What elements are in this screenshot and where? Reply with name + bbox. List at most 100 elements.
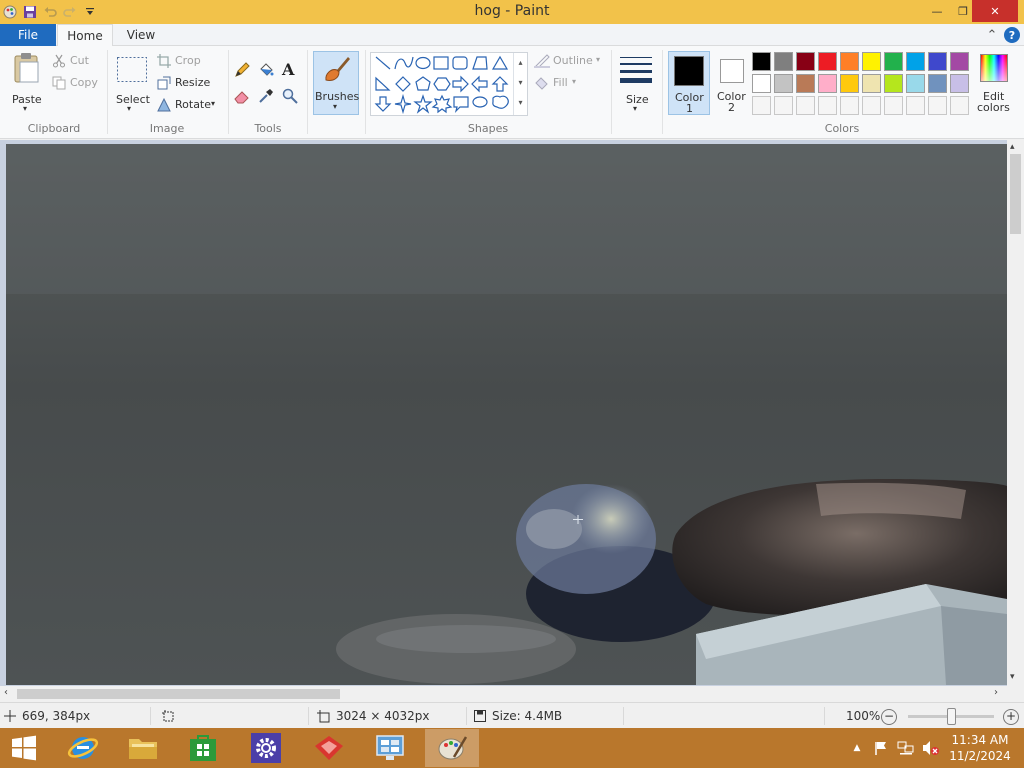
palette-color-swatch[interactable] — [884, 52, 903, 71]
zoom-in-button[interactable]: + — [1003, 709, 1019, 725]
network-icon[interactable] — [896, 740, 916, 756]
palette-color-swatch[interactable] — [928, 96, 947, 115]
taskbar-settings[interactable] — [239, 729, 293, 767]
palette-color-swatch[interactable] — [884, 96, 903, 115]
copy-button[interactable]: Copy — [52, 76, 102, 92]
tab-file[interactable]: File — [0, 24, 56, 46]
palette-color-swatch[interactable] — [862, 52, 881, 71]
palette-color-swatch[interactable] — [950, 52, 969, 71]
select-button[interactable]: Select ▾ — [112, 50, 152, 116]
shapes-scroll-down-icon[interactable]: ▾ — [514, 73, 527, 93]
palette-color-swatch[interactable] — [752, 96, 771, 115]
collapse-ribbon-icon[interactable]: ⌃ — [983, 26, 1001, 44]
zoom-slider[interactable] — [908, 708, 994, 725]
horizontal-scroll-thumb[interactable] — [17, 689, 340, 699]
zoom-slider-thumb[interactable] — [946, 708, 956, 725]
palette-color-swatch[interactable] — [774, 52, 793, 71]
canvas-image[interactable] — [6, 144, 1007, 685]
scroll-left-icon[interactable]: ‹ — [4, 687, 8, 698]
palette-color-swatch[interactable] — [906, 52, 925, 71]
outline-button[interactable]: Outline ▾ — [534, 54, 606, 70]
taskbar-remote-desktop[interactable] — [363, 729, 417, 767]
color-picker-tool[interactable] — [258, 88, 276, 106]
color2-number: 2 — [728, 101, 735, 114]
pencil-tool[interactable] — [234, 62, 252, 80]
horizontal-scrollbar[interactable]: ‹ › — [0, 686, 1007, 702]
status-separator — [623, 707, 624, 725]
scroll-down-icon[interactable]: ▾ — [1010, 672, 1015, 682]
system-clock[interactable]: 11:34 AM 11/2/2024 — [944, 732, 1016, 764]
taskbar-file-explorer[interactable] — [116, 729, 170, 767]
palette-color-swatch[interactable] — [796, 96, 815, 115]
select-rectangle-icon — [117, 57, 147, 82]
close-button[interactable]: ✕ — [972, 0, 1018, 22]
show-hidden-icons[interactable]: ▲ — [850, 740, 864, 756]
text-tool[interactable]: A — [282, 60, 300, 80]
clipboard-group-label: Clipboard — [27, 122, 81, 135]
palette-color-swatch[interactable] — [862, 74, 881, 93]
palette-color-swatch[interactable] — [840, 74, 859, 93]
volume-muted-icon[interactable] — [921, 740, 941, 756]
taskbar-pdf-app[interactable] — [302, 729, 356, 767]
scrollbar-corner — [1007, 686, 1024, 702]
taskbar-store[interactable] — [176, 729, 230, 767]
palette-color-swatch[interactable] — [796, 74, 815, 93]
shapes-scroll[interactable]: ▴ ▾ ▾ — [513, 53, 527, 115]
scroll-right-icon[interactable]: › — [994, 687, 998, 698]
palette-color-swatch[interactable] — [906, 96, 925, 115]
palette-color-swatch[interactable] — [884, 74, 903, 93]
eraser-tool[interactable] — [234, 88, 252, 106]
palette-color-swatch[interactable] — [774, 74, 793, 93]
outline-icon — [534, 54, 550, 68]
tab-home[interactable]: Home — [57, 24, 113, 47]
maximize-icon: ❐ — [958, 4, 968, 18]
shapes-scroll-up-icon[interactable]: ▴ — [514, 53, 527, 73]
resize-button[interactable]: Resize — [157, 76, 217, 92]
taskbar-paint[interactable] — [425, 729, 479, 767]
help-icon[interactable]: ? — [1004, 27, 1020, 43]
outline-label: Outline — [553, 54, 593, 67]
line-size-icon — [620, 57, 652, 83]
palette-color-swatch[interactable] — [906, 74, 925, 93]
fill-tool[interactable] — [258, 62, 276, 80]
crop-button[interactable]: Crop — [157, 54, 217, 70]
taskbar-internet-explorer[interactable] — [56, 729, 110, 767]
palette-color-swatch[interactable] — [752, 52, 771, 71]
palette-color-swatch[interactable] — [928, 52, 947, 71]
start-button[interactable] — [0, 729, 48, 767]
vertical-scrollbar[interactable]: ▴ ▾ — [1007, 140, 1024, 686]
select-dropdown-icon: ▾ — [127, 104, 132, 113]
palette-color-swatch[interactable] — [818, 52, 837, 71]
palette-color-swatch[interactable] — [774, 96, 793, 115]
palette-color-swatch[interactable] — [950, 96, 969, 115]
palette-color-swatch[interactable] — [928, 74, 947, 93]
tab-view[interactable]: View — [114, 24, 168, 46]
palette-color-swatch[interactable] — [840, 96, 859, 115]
vertical-scroll-thumb[interactable] — [1010, 154, 1021, 234]
edit-colors-button[interactable]: Edit colors — [973, 51, 1015, 115]
cut-label: Cut — [70, 54, 89, 67]
scroll-up-icon[interactable]: ▴ — [1010, 142, 1015, 152]
resize-icon — [157, 76, 171, 90]
palette-color-swatch[interactable] — [950, 74, 969, 93]
palette-color-swatch[interactable] — [862, 96, 881, 115]
shapes-gallery[interactable]: ▴ ▾ ▾ — [370, 52, 528, 116]
palette-color-swatch[interactable] — [818, 96, 837, 115]
color1-button[interactable]: Color 1 — [668, 51, 710, 115]
palette-color-swatch[interactable] — [840, 52, 859, 71]
shapes-more-icon[interactable]: ▾ — [514, 93, 527, 113]
color2-button[interactable]: Color 2 — [712, 51, 752, 115]
palette-color-swatch[interactable] — [796, 52, 815, 71]
cut-button[interactable]: Cut — [52, 54, 102, 70]
brushes-button[interactable]: Brushes ▾ — [313, 51, 359, 115]
fill-button[interactable]: Fill ▾ — [534, 76, 594, 92]
size-button[interactable]: Size ▾ — [616, 50, 656, 116]
palette-color-swatch[interactable] — [818, 74, 837, 93]
rotate-button[interactable]: Rotate ▾ — [157, 98, 223, 114]
size-dropdown-icon: ▾ — [633, 104, 638, 113]
palette-color-swatch[interactable] — [752, 74, 771, 93]
paste-button[interactable]: Paste ▾ — [8, 50, 46, 116]
zoom-out-button[interactable]: − — [881, 709, 897, 725]
action-center-flag-icon[interactable] — [872, 740, 890, 756]
magnifier-tool[interactable] — [282, 88, 300, 106]
